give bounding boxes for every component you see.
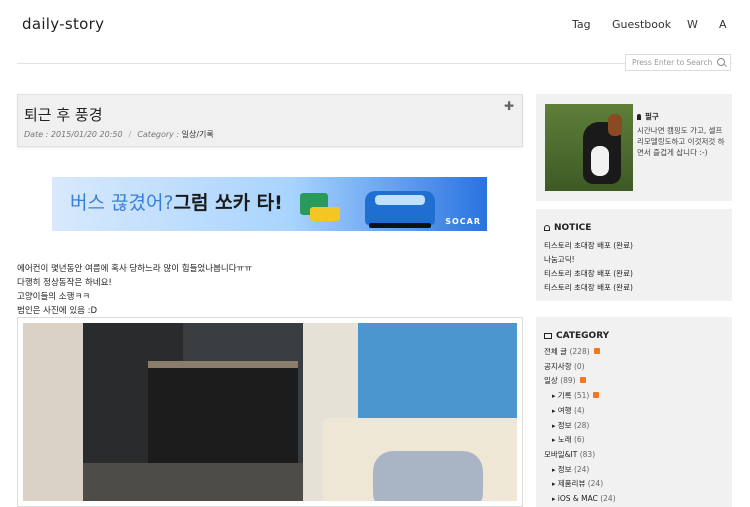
ad-close-icon[interactable]: ⓧ — [477, 178, 485, 189]
notice-item[interactable]: 티스토리 초대장 배포 (완료) — [544, 239, 633, 253]
dog-ear — [608, 114, 622, 136]
post-title[interactable]: 퇴근 후 풍경 — [24, 104, 103, 125]
category-count: (24) — [587, 479, 604, 489]
profile-description: 시간나면 캠핑도 가고, 셀프 리모델링도하고 이것저것 하면서 즐겁게 삽니다… — [637, 126, 725, 157]
post-header: 퇴근 후 풍경 Date : 2015/01/20 20:50 / Category… — [17, 94, 523, 147]
category-label: 모바일&IT — [544, 449, 580, 459]
category-count: (83) — [579, 449, 596, 459]
profile-name: 필구 — [637, 111, 659, 122]
post-category-link[interactable]: 일상/기록 — [182, 130, 214, 139]
bell-icon — [544, 225, 550, 231]
category-label: 여행 — [557, 405, 574, 415]
category-item[interactable]: 전체 글 (228) — [544, 345, 616, 360]
nav-write[interactable]: W — [687, 18, 698, 31]
notice-title-text: NOTICE — [554, 223, 592, 233]
car-icon — [365, 191, 435, 228]
category-count: (228) — [569, 347, 590, 356]
category-item[interactable]: 정보 (24) — [544, 463, 616, 478]
post-body-line: 범인은 사진에 있음 :D — [17, 306, 98, 316]
category-count: (6) — [573, 435, 585, 445]
nav-guestbook[interactable]: Guestbook — [612, 18, 671, 31]
category-item[interactable]: 노래 (6) — [544, 433, 616, 448]
category-label: 노래 — [557, 435, 574, 445]
site-title[interactable]: daily-story — [22, 15, 104, 33]
category-item[interactable]: 기록 (51) — [544, 389, 616, 404]
post-photo[interactable] — [17, 317, 523, 507]
category-count: (24) — [573, 464, 590, 474]
search-icon[interactable] — [717, 58, 725, 66]
post-category-label: Category : — [137, 130, 180, 139]
nav-tag[interactable]: Tag — [572, 18, 591, 31]
photo-counter — [148, 368, 298, 468]
search-input[interactable]: Press Enter to Search — [625, 54, 731, 71]
search-placeholder: Press Enter to Search — [632, 58, 713, 67]
dog-chest — [591, 146, 609, 176]
category-item[interactable]: 여행 (4) — [544, 404, 616, 419]
ad-text-light: 버스 끊겼어? — [70, 192, 174, 214]
category-label: 제품리뷰 — [557, 479, 588, 489]
category-count: (28) — [573, 420, 590, 430]
taxi-icon — [310, 207, 340, 221]
avatar[interactable] — [545, 104, 633, 191]
notice-item[interactable]: 나눔고딕! — [544, 253, 633, 267]
photo-blanket — [373, 451, 483, 501]
category-label: 정보 — [557, 464, 574, 474]
ad-text-bold: 그럼 쏘카 타! — [173, 192, 283, 214]
profile-box: 필구 시간나면 캠핑도 가고, 셀프 리모델링도하고 이것저것 하면서 즐겁게 … — [536, 94, 732, 201]
category-item[interactable]: 일상 (89) — [544, 374, 616, 389]
category-label: 기록 — [557, 391, 574, 401]
category-list: 전체 글 (228)공지사항 (0)일상 (89)기록 (51)여행 (4)정보… — [544, 345, 616, 507]
photo-door — [23, 323, 83, 501]
plus-icon[interactable]: ✚ — [504, 99, 514, 113]
post-body-line: 고양이들의 소행ㅋㅋ — [17, 292, 91, 302]
post-meta: Date : 2015/01/20 20:50 / Category : 일상/기록 — [24, 129, 214, 140]
profile-name-text: 필구 — [645, 112, 659, 121]
ad-brand: SOCAR — [445, 217, 481, 226]
post-body: 에어컨이 몇년동안 여름에 혹사 당하느라 많이 힘들었나봅니다ㅠㅠ 다행히 정… — [17, 262, 252, 318]
ad-headline: 버스 끊겼어?그럼 쏘카 타! — [70, 188, 283, 215]
category-title: CATEGORY — [544, 331, 609, 341]
category-label: 공지사항 — [544, 361, 574, 371]
nav-admin[interactable]: A — [719, 18, 727, 31]
category-label: 정보 — [557, 420, 574, 430]
category-title-text: CATEGORY — [556, 331, 610, 341]
category-item[interactable]: 공지사항 (0) — [544, 360, 616, 375]
category-item[interactable]: 제품리뷰 (24) — [544, 477, 616, 492]
category-label: 일상 — [544, 376, 561, 386]
notice-list: 티스토리 초대장 배포 (완료) 나눔고딕! 티스토리 초대장 배포 (완료) … — [544, 239, 633, 295]
person-icon — [637, 114, 641, 120]
category-item[interactable]: 정보 (28) — [544, 419, 616, 434]
rss-icon[interactable] — [579, 377, 586, 384]
category-box: CATEGORY 전체 글 (228)공지사항 (0)일상 (89)기록 (51… — [536, 317, 732, 507]
notice-item[interactable]: 티스토리 초대장 배포 (완료) — [544, 267, 633, 281]
category-count: (24) — [600, 494, 616, 504]
photo-floor — [83, 463, 323, 501]
notice-item[interactable]: 티스토리 초대장 배포 (완료) — [544, 281, 633, 295]
rss-icon[interactable] — [593, 348, 600, 354]
category-count: (4) — [573, 405, 585, 415]
ad-banner[interactable]: 버스 끊겼어?그럼 쏘카 타! SOCAR ⓧ — [52, 177, 487, 231]
rss-icon[interactable] — [593, 392, 600, 399]
meta-separator: / — [128, 130, 132, 139]
post-date: Date : 2015/01/20 20:50 — [24, 130, 123, 139]
folder-icon — [544, 333, 552, 339]
category-count: (51) — [573, 391, 590, 401]
notice-title: NOTICE — [544, 223, 591, 233]
category-count: (89) — [560, 376, 576, 386]
category-label: iOS & MAC — [557, 494, 601, 504]
notice-box: NOTICE 티스토리 초대장 배포 (완료) 나눔고딕! 티스토리 초대장 배… — [536, 209, 732, 301]
category-count: (0) — [573, 361, 585, 371]
category-item[interactable]: 모바일&IT (83) — [544, 448, 616, 463]
post-body-line: 다행히 정상동작은 하네요! — [17, 278, 112, 288]
category-label: 전체 글 — [544, 347, 570, 356]
post-body-line: 에어컨이 몇년동안 여름에 혹사 당하느라 많이 힘들었나봅니다ㅠㅠ — [17, 264, 253, 274]
room-photo — [23, 323, 517, 501]
